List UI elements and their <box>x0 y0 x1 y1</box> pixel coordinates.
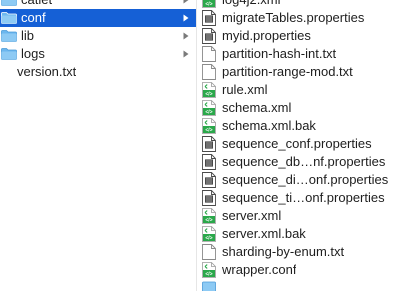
file-label: schema.xml.bak <box>222 118 316 133</box>
blank-file-icon <box>202 46 216 62</box>
file-label: sequence_db…nf.properties <box>222 154 386 169</box>
file-label: myid.properties <box>222 28 311 43</box>
svg-text:</>: </> <box>205 92 212 98</box>
svg-text:</>: </> <box>205 128 212 134</box>
file-label: sharding-by-enum.txt <box>222 244 345 259</box>
file-label: schema.xml <box>222 100 292 115</box>
file-row[interactable]: sequence_ti…onf.properties <box>197 189 394 207</box>
conf-folder-column[interactable]: </> log4j2.xml migrateTables.properties … <box>197 0 394 291</box>
xml-file-icon: </> <box>202 82 216 98</box>
file-row[interactable]: partition-range-mod.txt <box>197 63 394 81</box>
file-label: sequence_conf.properties <box>222 136 372 151</box>
file-label: partition-range-mod.txt <box>222 64 353 79</box>
xml-file-icon: </> <box>202 0 216 8</box>
chevron-right-icon <box>182 27 190 45</box>
file-row[interactable]: </> server.xml <box>197 207 394 225</box>
xml-file-icon: </> <box>202 118 216 134</box>
file-row[interactable]: sharding-by-enum.txt <box>197 243 394 261</box>
blank-file-icon <box>202 244 216 260</box>
chevron-right-icon <box>182 45 190 63</box>
left-item-catlet[interactable]: catlet <box>0 0 196 9</box>
folder-icon <box>1 0 17 6</box>
file-label: migrateTables.properties <box>222 10 365 25</box>
file-label: sequence_ti…onf.properties <box>222 190 385 205</box>
xml-file-icon: </> <box>202 262 216 278</box>
file-label: log4j2.xml <box>222 0 281 9</box>
xml-file-icon: </> <box>202 208 216 224</box>
chevron-right-icon <box>182 0 190 9</box>
file-row[interactable]: sequence_di…onf.properties <box>197 171 394 189</box>
file-row[interactable]: partition-hash-int.txt <box>197 45 394 63</box>
file-row[interactable]: myid.properties <box>197 27 394 45</box>
left-item-label: catlet <box>21 0 52 9</box>
text-file-icon <box>202 136 216 152</box>
svg-text:</>: </> <box>205 272 212 278</box>
folder-icon <box>202 280 216 291</box>
file-label: partition-hash-int.txt <box>222 46 337 61</box>
xml-file-icon: </> <box>202 226 216 242</box>
file-row[interactable]: </> schema.xml <box>197 99 394 117</box>
folder-icon <box>1 30 17 42</box>
text-file-icon <box>202 172 216 188</box>
svg-text:</>: </> <box>205 2 212 8</box>
svg-text:</>: </> <box>205 218 212 224</box>
file-label: wrapper.conf <box>222 262 297 277</box>
folder-icon <box>1 48 17 60</box>
file-label: server.xml.bak <box>222 226 306 241</box>
svg-text:</>: </> <box>205 236 212 242</box>
text-file-icon <box>202 10 216 26</box>
file-label: server.xml <box>222 208 282 223</box>
text-file-icon <box>202 28 216 44</box>
left-item-conf[interactable]: conf <box>0 9 196 27</box>
finder-column-view: catlet conf lib <box>0 0 394 291</box>
file-label: sequence_di…onf.properties <box>222 172 389 187</box>
left-item-label: logs <box>21 46 45 61</box>
file-row[interactable]: sequence_conf.properties <box>197 135 394 153</box>
file-row[interactable]: </> schema.xml.bak <box>197 117 394 135</box>
parent-folder-column[interactable]: catlet conf lib <box>0 0 196 291</box>
file-row[interactable]: </> rule.xml <box>197 81 394 99</box>
chevron-right-icon <box>182 9 190 27</box>
file-row[interactable]: sequence_db…nf.properties <box>197 153 394 171</box>
file-row[interactable]: migrateTables.properties <box>197 9 394 27</box>
file-row[interactable]: </> wrapper.conf <box>197 261 394 279</box>
text-file-icon <box>202 154 216 170</box>
svg-text:</>: </> <box>205 110 212 116</box>
folder-icon <box>1 12 17 24</box>
xml-file-icon: </> <box>202 100 216 116</box>
blank-file-icon <box>202 64 216 80</box>
file-row-partial[interactable] <box>197 279 394 291</box>
left-item-label: lib <box>21 28 35 43</box>
left-item-label: conf <box>21 10 46 25</box>
file-label: rule.xml <box>222 82 268 97</box>
text-file-icon <box>202 190 216 206</box>
left-item-label: version.txt <box>17 64 77 79</box>
left-item-version-txt[interactable]: version.txt <box>0 63 196 81</box>
file-row[interactable]: </> log4j2.xml <box>197 0 394 9</box>
left-item-lib[interactable]: lib <box>0 27 196 45</box>
left-item-logs[interactable]: logs <box>0 45 196 63</box>
file-row[interactable]: </> server.xml.bak <box>197 225 394 243</box>
